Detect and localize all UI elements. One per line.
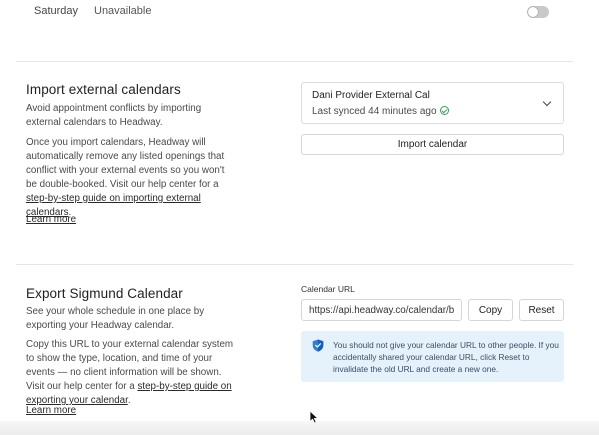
import-learn-more-link[interactable]: Learn more (26, 214, 76, 225)
import-description: Once you import calendars, Headway will … (26, 136, 236, 220)
import-intro: Avoid appointment conflicts by importing… (26, 103, 202, 128)
shield-icon (312, 339, 324, 352)
export-description: Copy this URL to your external calendar … (26, 338, 236, 408)
copy-button[interactable]: Copy (468, 299, 513, 321)
mouse-cursor-icon (309, 410, 319, 424)
day-label: Saturday (34, 5, 79, 17)
chevron-down-icon[interactable] (542, 97, 552, 107)
warning-text: You should not give your calendar URL to… (333, 340, 559, 374)
bottom-edge (0, 421, 599, 435)
export-learn-more-link[interactable]: Learn more (26, 405, 76, 416)
external-calendar-card[interactable]: Dani Provider External Cal Last synced 4… (301, 82, 564, 124)
export-description-end: . (127, 395, 131, 406)
check-circle-icon (439, 106, 449, 115)
sync-status-text: Last synced 44 minutes ago (312, 106, 437, 117)
availability-row: Saturday Unavailable (0, 0, 599, 24)
reset-button[interactable]: Reset (519, 299, 564, 321)
export-intro: See your whole schedule in one place by … (26, 306, 205, 331)
calendar-sync-status: Last synced 44 minutes ago (312, 106, 449, 117)
availability-toggle[interactable] (527, 6, 549, 18)
section-divider (16, 264, 573, 265)
availability-status: Unavailable (94, 5, 152, 17)
toggle-knob (528, 7, 538, 17)
import-description-text: Once you import calendars, Headway will … (26, 137, 225, 190)
url-warning-banner: You should not give your calendar URL to… (301, 331, 564, 382)
section-divider (16, 61, 573, 62)
export-section-title: Export Sigmund Calendar (26, 286, 183, 301)
import-calendar-button[interactable]: Import calendar (301, 134, 564, 155)
calendar-name: Dani Provider External Cal (312, 90, 430, 101)
calendar-url-label: Calendar URL (301, 284, 355, 294)
import-section-title: Import external calendars (26, 82, 181, 97)
calendar-url-field[interactable] (301, 299, 462, 321)
